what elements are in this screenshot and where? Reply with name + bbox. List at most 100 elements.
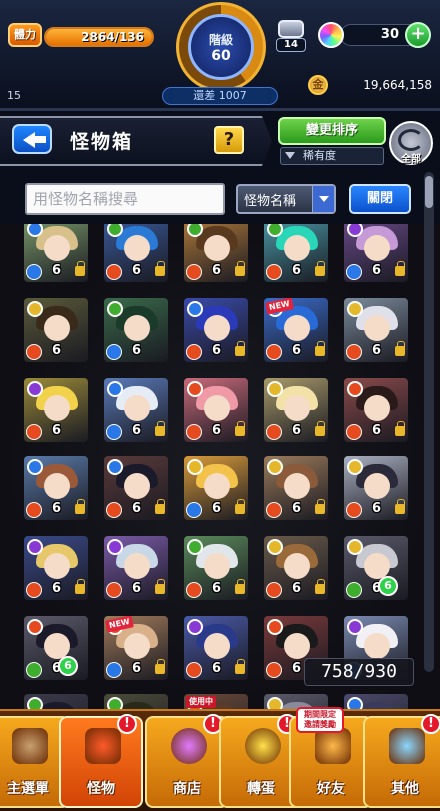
monster-level: 6 bbox=[292, 423, 302, 438]
monster-card[interactable]: 6 bbox=[104, 224, 168, 282]
ability-fire-icon bbox=[26, 582, 42, 598]
monster-card[interactable]: 6 bbox=[104, 378, 168, 442]
close-search-button[interactable]: 關閉 bbox=[349, 184, 411, 214]
monster-search-input[interactable] bbox=[25, 183, 225, 215]
ability-water-icon bbox=[106, 424, 122, 440]
monster-card[interactable]: 6 bbox=[104, 456, 168, 520]
monster-card[interactable] bbox=[24, 694, 88, 710]
lock-icon bbox=[235, 579, 245, 594]
monster-card[interactable]: 6 bbox=[264, 536, 328, 600]
monster-card[interactable]: 6 bbox=[184, 456, 248, 520]
notification-badge: ! bbox=[421, 714, 440, 734]
monster-card[interactable]: 66 bbox=[344, 536, 408, 600]
monster-card[interactable]: 6 bbox=[264, 378, 328, 442]
rank-gauge[interactable]: 階級 60 bbox=[176, 2, 266, 92]
monster-card[interactable] bbox=[344, 694, 408, 710]
scrollbar[interactable] bbox=[424, 172, 434, 672]
ability-water-icon bbox=[26, 264, 42, 280]
orb-box-icon[interactable]: 14 bbox=[276, 20, 306, 54]
monster-level: 6 bbox=[212, 501, 222, 516]
monster-card[interactable]: 6 bbox=[24, 456, 88, 520]
monster-card[interactable]: 6 bbox=[344, 456, 408, 520]
ability-fire-icon bbox=[26, 344, 42, 360]
nav-label: 好友 bbox=[317, 781, 345, 797]
monster-card[interactable]: 6 bbox=[264, 224, 328, 282]
portrait-face bbox=[124, 633, 150, 659]
back-button[interactable] bbox=[12, 124, 52, 154]
monster-card[interactable]: 6 bbox=[184, 298, 248, 362]
monster-card[interactable]: 6 NEW bbox=[104, 616, 168, 680]
element-light-icon bbox=[187, 459, 203, 475]
portrait-face bbox=[364, 235, 390, 261]
monster-card[interactable]: 6 bbox=[184, 616, 248, 680]
lock-icon bbox=[315, 421, 325, 436]
monster-level: 6 bbox=[52, 263, 62, 278]
monster-card[interactable]: 6 bbox=[24, 378, 88, 442]
search-field-select[interactable]: 怪物名稱 bbox=[236, 184, 336, 214]
monster-level: 6 bbox=[372, 263, 382, 278]
orb-count: 30 bbox=[380, 27, 399, 42]
monster-level: 6 bbox=[372, 423, 382, 438]
rainbow-orb-icon bbox=[318, 22, 344, 48]
luck-badge: 6 bbox=[58, 656, 78, 676]
monster-card[interactable]: 6 NEW bbox=[264, 298, 328, 362]
friend-count: 15 bbox=[7, 89, 21, 102]
nav-shop-orb[interactable]: 商店! bbox=[145, 714, 229, 808]
ability-fire-icon bbox=[186, 582, 202, 598]
portrait-face bbox=[204, 395, 230, 421]
sort-filter-row[interactable]: 稀有度 bbox=[280, 147, 384, 165]
monster-card[interactable]: 6 bbox=[184, 224, 248, 282]
ability-fire-icon bbox=[266, 424, 282, 440]
portrait-face bbox=[44, 395, 70, 421]
chevron-down-icon bbox=[312, 186, 334, 212]
monster-level: 6 bbox=[132, 263, 142, 278]
element-dark-icon bbox=[27, 539, 43, 555]
box-capacity: 758/930 bbox=[304, 658, 414, 686]
change-sort-button[interactable]: 變更排序 bbox=[278, 117, 386, 145]
portrait-face bbox=[204, 235, 230, 261]
monster-level: 6 bbox=[292, 581, 302, 596]
monster-card[interactable]: 6 bbox=[24, 224, 88, 282]
monster-card[interactable]: 6 bbox=[184, 536, 248, 600]
monster-card[interactable]: 6 bbox=[104, 298, 168, 362]
shop-orb-icon bbox=[171, 728, 207, 764]
portrait-face bbox=[364, 315, 390, 341]
page-title: 怪物箱 bbox=[70, 131, 134, 153]
monster-card[interactable]: 6 bbox=[24, 298, 88, 362]
search-field-value: 怪物名稱 bbox=[244, 194, 297, 209]
monster-card[interactable]: 6 bbox=[344, 298, 408, 362]
element-dark-icon bbox=[27, 381, 43, 397]
element-water-icon bbox=[187, 301, 203, 317]
ability-fire-icon bbox=[266, 344, 282, 360]
monster-card[interactable] bbox=[104, 694, 168, 710]
monster-card[interactable]: 使用中 bbox=[184, 694, 248, 710]
nav-other[interactable]: 其他! bbox=[363, 714, 440, 808]
monster-card[interactable]: 6 bbox=[264, 456, 328, 520]
ability-fire-icon bbox=[106, 502, 122, 518]
ability-water-icon bbox=[186, 502, 202, 518]
element-light-icon bbox=[347, 301, 363, 317]
monster-grid: 6 6 6 6 6 6 6 6 6 NEW 6 6 6 6 6 6 6 6 6 6 6 6 6 6 6 6 6 6 6 6 NEW 6 6 使用中 bbox=[0, 224, 440, 710]
nav-monster[interactable]: 怪物! bbox=[59, 714, 143, 808]
refresh-icon bbox=[398, 129, 424, 151]
monster-level: 6 bbox=[212, 343, 222, 358]
ability-water-icon bbox=[106, 662, 122, 678]
stamina-icon: 體力 bbox=[8, 23, 42, 47]
lock-icon bbox=[235, 261, 245, 276]
help-button[interactable]: ? bbox=[214, 126, 244, 154]
monster-card[interactable]: 66 bbox=[24, 616, 88, 680]
monster-card[interactable]: 6 bbox=[344, 378, 408, 442]
monster-card[interactable]: 6 bbox=[104, 536, 168, 600]
monster-card[interactable]: 6 bbox=[24, 536, 88, 600]
ability-water-icon bbox=[346, 264, 362, 280]
portrait-face bbox=[124, 395, 150, 421]
monster-card[interactable]: 6 bbox=[184, 378, 248, 442]
filter-all-button[interactable]: 全部 bbox=[389, 121, 433, 165]
buy-orbs-button[interactable]: + bbox=[405, 22, 431, 48]
scrollbar-thumb[interactable] bbox=[425, 176, 433, 208]
monster-card[interactable]: 6 bbox=[344, 224, 408, 282]
portrait-face bbox=[124, 473, 150, 499]
portrait-face bbox=[124, 315, 150, 341]
lock-icon bbox=[155, 261, 165, 276]
monster-icon bbox=[85, 728, 121, 764]
